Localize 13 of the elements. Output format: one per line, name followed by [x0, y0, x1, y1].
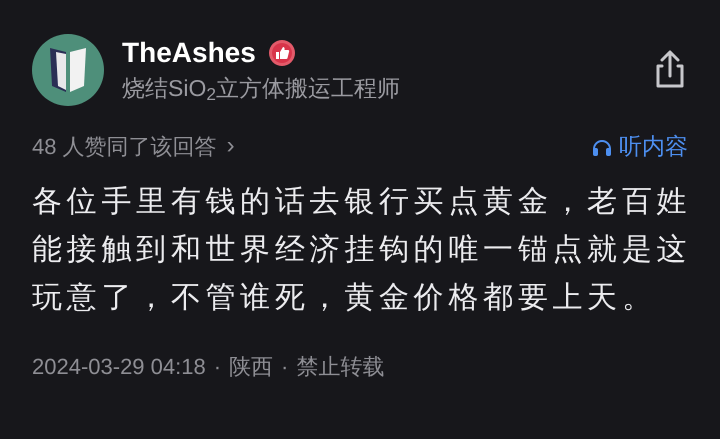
post-location: 陕西: [229, 353, 274, 381]
author-bio: 烧结SiO$_{2}$立方体搬运工程师: [122, 74, 400, 105]
answer-text: 各位手里有钱的话去银行买点黄金，老百姓能接触到和世界经济挂钩的唯一锚点就是这玩意了，不管谁死，黄金价格都要上天。: [32, 184, 692, 316]
listen-button[interactable]: 听内容: [591, 128, 688, 164]
avatar-icon: [32, 34, 104, 106]
thumbs-up-icon: [268, 39, 296, 67]
separator-dot: ·: [214, 353, 222, 381]
author-name[interactable]: TheAshes: [122, 35, 256, 71]
copyright-notice: 禁止转载: [296, 353, 384, 381]
chevron-icon: ›: [226, 128, 235, 164]
separator-dot: ·: [281, 353, 288, 381]
upvote-summary[interactable]: 48 人赞同了该回答: [32, 130, 217, 162]
post-time: 2024-03-29 04:18: [32, 353, 206, 381]
